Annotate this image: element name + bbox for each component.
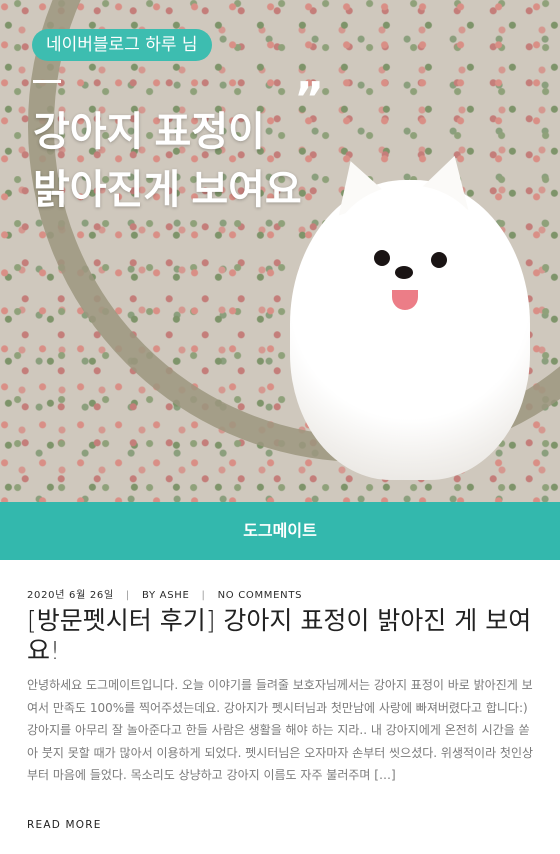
dog-eye-left — [374, 250, 390, 266]
dog-nose — [395, 266, 413, 279]
brand-band: 도그메이트 — [0, 502, 560, 560]
meta-separator: | — [201, 590, 206, 601]
hero-headline-line2: 밝아진게 보여요 — [33, 168, 302, 212]
post-title[interactable]: [방문펫시터 후기] 강아지 표정이 밝아진 게 보여요! — [27, 606, 537, 666]
hero-headline: 강아지 표정이 밝아진게 보여요 — [33, 103, 302, 219]
post-meta: 2020년 6월 26일 | BY ASHE | NO COMMENTS — [27, 586, 302, 601]
hero-headline-line1: 강아지 표정이 — [33, 110, 265, 154]
dog-eye-right — [431, 252, 447, 268]
post-excerpt: 안녕하세요 도그메이트입니다. 오늘 이야기를 들려줄 보호자님께서는 강아지 … — [27, 678, 534, 783]
headline-dash — [33, 80, 61, 83]
featured-image[interactable]: 네이버블로그 하루 님 ” 강아지 표정이 밝아진게 보여요 — [0, 0, 560, 502]
read-more-link[interactable]: READ MORE — [27, 819, 102, 831]
source-badge: 네이버블로그 하루 님 — [32, 29, 212, 61]
dog-head — [328, 185, 488, 335]
post-date[interactable]: 2020년 6월 26일 — [27, 586, 114, 601]
post-comments[interactable]: NO COMMENTS — [218, 590, 303, 601]
meta-separator: | — [125, 590, 130, 601]
post-author[interactable]: BY ASHE — [142, 590, 190, 601]
